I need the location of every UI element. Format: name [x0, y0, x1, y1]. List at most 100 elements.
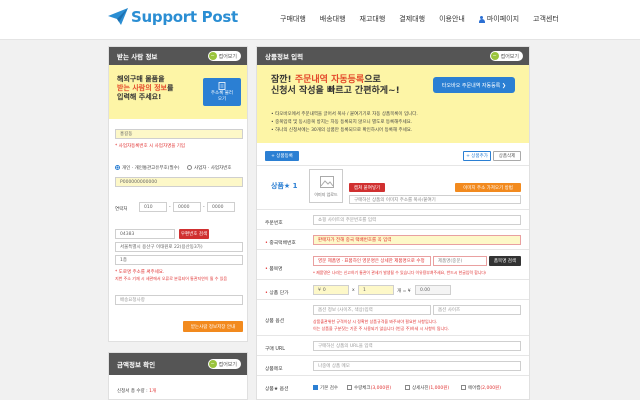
- tracking-label-text: 중국택배번호: [269, 241, 296, 246]
- zipcode-search-label: 우편번호 검색: [180, 232, 208, 237]
- memo-label: 상품메모: [265, 367, 283, 372]
- radio-business-label: 사업자 · 사업자번호: [194, 166, 232, 171]
- total-qty-value: 1개: [149, 389, 157, 394]
- image-url-help-button[interactable]: 이미지 주소 가져오기 방법: [455, 183, 521, 192]
- zipcode-search-button[interactable]: 우편번호 검색: [179, 229, 209, 239]
- name-note: * 사업자등록번호 시 사업자명을 기입: [115, 144, 186, 149]
- phone-dash: -: [203, 205, 205, 210]
- unit-price-field[interactable]: ¥0: [313, 285, 349, 295]
- service-label: 기본 검수: [320, 386, 338, 391]
- address-book-label: 주소록 불러오기: [210, 91, 234, 102]
- product-panel: 상품정보 입력 − 접어보기 잠깐! 주문내역 자동등록으로 신청서 작성을 빠르…: [256, 46, 530, 400]
- add-item-button[interactable]: + 상품추가: [463, 151, 491, 161]
- order-number-field[interactable]: 쇼핑 사이트의 주문번호를 입력: [313, 215, 521, 225]
- nav-purchase[interactable]: 구매대행: [280, 14, 306, 24]
- phone-field-1[interactable]: 010: [139, 202, 167, 212]
- site-logo[interactable]: Support Post: [108, 8, 238, 26]
- nav-guide[interactable]: 이용안내: [439, 14, 465, 24]
- radio-personal[interactable]: 개인 · 개인통관고유부호(필수): [115, 165, 179, 171]
- product-collapse-button[interactable]: − 접어보기: [489, 51, 523, 61]
- divider: [257, 209, 529, 210]
- buy-url-field[interactable]: 구매하신 상품의 URL을 입력: [313, 341, 521, 351]
- item-name-search-button[interactable]: 품목명 검색: [489, 256, 521, 266]
- recipient-panel: 받는 사람 정보 − 접어보기 해외구매 물품을 받는 사람의 정보를 입력해 주…: [108, 46, 248, 342]
- phone-label: 연락처: [115, 207, 128, 212]
- save-recipient-button[interactable]: 받는사람 정보저장 안내: [183, 321, 243, 332]
- multiply-sign: x: [352, 288, 355, 293]
- add-product-button[interactable]: + 상품등록: [265, 151, 299, 161]
- collapse-label: 접어보기: [218, 53, 237, 60]
- service-label: 수량체크: [354, 386, 371, 391]
- item-name-en-field[interactable]: 영문 제품명 · 표품하인 영문명은 상세한 제품명으로 수정: [313, 256, 431, 266]
- amount-collapse-button[interactable]: − 접어보기: [207, 359, 241, 369]
- nav-support[interactable]: 고객센터: [533, 14, 559, 24]
- order-number-placeholder: 쇼핑 사이트의 주문번호를 입력: [318, 218, 377, 223]
- option-field-2[interactable]: 옵션 사이즈: [433, 305, 521, 315]
- address-field-1[interactable]: 서울특별시 용산구 이태원로 22(용산동3가): [115, 242, 243, 252]
- customs-code-field[interactable]: P000000000000: [115, 177, 243, 187]
- delivery-request-placeholder: 배송요청사항: [120, 298, 145, 303]
- recipient-name-field[interactable]: 홍길동: [115, 129, 243, 139]
- banner-line: 신청서 작성을 빠르고 간편하게~!: [271, 86, 400, 97]
- item-name-label-text: 품목명: [269, 267, 283, 272]
- divider: [257, 279, 529, 280]
- divider: [257, 229, 529, 230]
- quantity-field[interactable]: 1: [358, 285, 394, 295]
- image-url-help-label: 이미지 주소 가져오기 방법: [463, 185, 513, 191]
- service-aircap-check[interactable]: 에어캡(2,000원): [461, 385, 501, 391]
- image-url-field[interactable]: 구매하신 상품의 이미지 주소를 복사/붙여기: [349, 195, 521, 204]
- option-note-1: 상품출관위한 규격이상 시 정확한 상품규격을 봐주셔야 필요한 사항입니다.: [313, 319, 438, 324]
- product-banner-text: 잠깐! 주문내역 자동등록으로 신청서 작성을 빠르고 간편하게~!: [271, 75, 400, 98]
- add-product-label: + 상품등록: [271, 154, 293, 159]
- banner-note-3: • 하나의 신청서에는 30개의 상품만 등록되므로 확인하시어 등록해 주세요…: [271, 128, 413, 133]
- divider: [257, 335, 529, 336]
- service-photo-check[interactable]: 상세사진(1,000원): [405, 385, 449, 391]
- recipient-collapse-button[interactable]: − 접어보기: [207, 51, 241, 61]
- radio-business[interactable]: 사업자 · 사업자번호: [187, 165, 231, 171]
- nav-payment[interactable]: 결제대행: [399, 14, 425, 24]
- nav-shipping[interactable]: 배송대행: [320, 14, 346, 24]
- nav-inventory[interactable]: 재고대행: [360, 14, 386, 24]
- total-sign: 개 = ¥: [397, 289, 411, 294]
- address-note-1: * 도로명 주소를 써주세요.: [115, 270, 165, 275]
- address-note-2: 지번 주소 기재 시 세관에서 오류로 분류되어 통관지연이 될 수 있음: [115, 276, 228, 281]
- item-name-note: * 제품명은 나라는 신고하기 통관이 관세가 발생될 수 있습니다 이유용부쳐…: [313, 270, 487, 275]
- service-basic-check[interactable]: 기본 검수: [313, 385, 338, 391]
- option-field-1[interactable]: 옵션 정보 (사이즈, 색상)입력: [313, 305, 431, 315]
- nav-mypage[interactable]: 마이페이지: [478, 14, 520, 24]
- nav-mypage-label: 마이페이지: [486, 15, 520, 23]
- minus-icon: −: [208, 52, 217, 60]
- collapse-label: 접어보기: [218, 361, 237, 368]
- save-recipient-label: 받는사람 정보저장 안내: [190, 324, 236, 330]
- delete-product-button[interactable]: 상품삭제: [493, 151, 521, 161]
- banner-line: 잠깐! 주문내역 자동등록으로: [271, 75, 400, 86]
- amount-panel-title: 금액정보 확인: [117, 361, 156, 369]
- total-qty-label: 신청서 총 수량 :: [117, 389, 148, 394]
- zipcode-field[interactable]: 04383: [115, 229, 175, 239]
- radio-off-icon: [187, 165, 192, 170]
- auto-register-button[interactable]: 타오바오 주문내역 자동등록 ❯: [433, 77, 515, 93]
- item-name-cn-field[interactable]: 제품명(중문): [433, 256, 487, 266]
- address-field-2[interactable]: 1층: [115, 255, 243, 265]
- person-icon: [478, 15, 485, 23]
- amount-panel: 금액정보 확인 − 접어보기 신청서 총 수량 : 1개: [108, 352, 248, 400]
- add-item-label: + 상품추가: [466, 154, 488, 159]
- item-label: 상품★ 1: [271, 182, 298, 190]
- tracking-number-field[interactable]: 판매자가 전해 중국 택배번호를 꼭 입력: [313, 235, 521, 245]
- image-upload-caption: 이미지 업로드: [314, 192, 338, 197]
- phone-field-2[interactable]: 0000: [173, 202, 201, 212]
- memo-field[interactable]: 나중에 상품 메모: [313, 361, 521, 371]
- phone-field-3[interactable]: 0000: [207, 202, 235, 212]
- tracking-number-placeholder: 판매자가 전해 중국 택배번호를 꼭 입력: [318, 238, 392, 243]
- divider: [257, 355, 529, 356]
- address-book-button[interactable]: 주소록 불러오기: [203, 78, 241, 106]
- image-upload-box[interactable]: 이미지 업로드: [309, 169, 343, 203]
- image-url-placeholder: 구매하신 상품의 이미지 주소를 복사/붙여기: [354, 197, 436, 203]
- paste-capture-button[interactable]: 캡쳐 붙여넣기: [349, 183, 385, 192]
- item-name-search-label: 품목명 검색: [493, 259, 517, 264]
- amount-panel-header: 금액정보 확인 − 접어보기: [109, 353, 247, 375]
- recipient-panel-title: 받는 사람 정보: [117, 53, 158, 61]
- service-qty-check[interactable]: 수량체크(3,000원): [347, 385, 391, 391]
- checkbox-checked-icon: [313, 385, 318, 390]
- delivery-request-field[interactable]: 배송요청사항: [115, 295, 243, 305]
